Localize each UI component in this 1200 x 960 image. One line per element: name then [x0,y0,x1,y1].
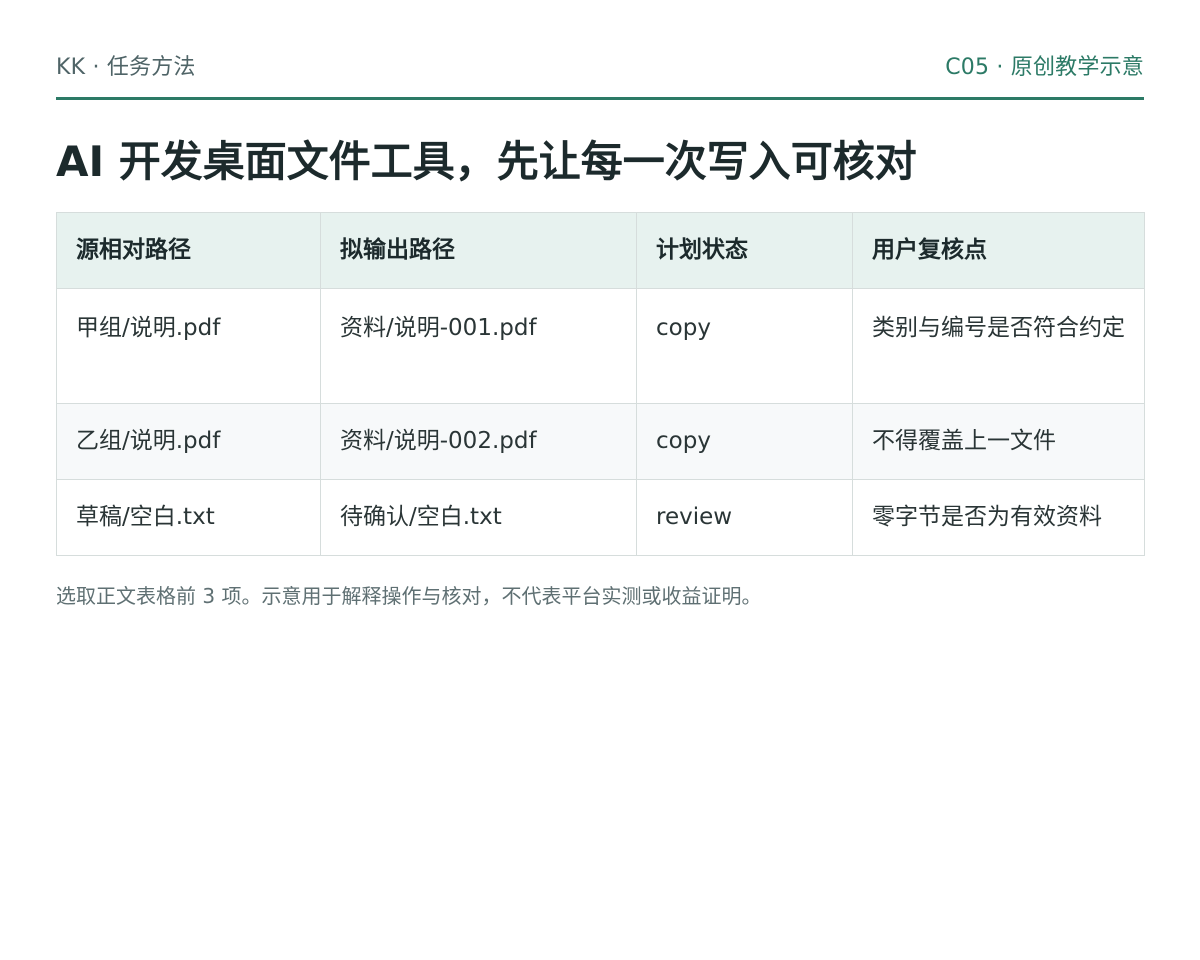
header-series-label: KK · 任务方法 [56,55,196,80]
cell-output-path: 资料/说明-002.pdf [320,403,637,480]
page: KK · 任务方法 C05 · 原创教学示意 AI 开发桌面文件工具，先让每一次… [56,0,1145,608]
column-header-review-point: 用户复核点 [852,212,1145,289]
cell-output-path: 待确认/空白.txt [320,479,637,556]
page-title: AI 开发桌面文件工具，先让每一次写入可核对 [56,137,917,186]
table-row: 甲组/说明.pdf 资料/说明-001.pdf copy 类别与编号是否符合约定 [56,288,1145,404]
cell-source-path: 草稿/空白.txt [56,479,321,556]
cell-source-path: 甲组/说明.pdf [56,288,321,404]
cell-review-point: 类别与编号是否符合约定 [852,288,1145,404]
page-header: KK · 任务方法 C05 · 原创教学示意 [56,0,1144,100]
cell-plan-status: copy [636,288,853,404]
column-header-plan-status: 计划状态 [636,212,853,289]
cell-plan-status: review [636,479,853,556]
cell-review-point: 不得覆盖上一文件 [852,403,1145,480]
table-row: 草稿/空白.txt 待确认/空白.txt review 零字节是否为有效资料 [56,479,1145,556]
header-lesson-label: C05 · 原创教学示意 [945,55,1144,80]
cell-output-path: 资料/说明-001.pdf [320,288,637,404]
cell-source-path: 乙组/说明.pdf [56,403,321,480]
column-header-source-path: 源相对路径 [56,212,321,289]
cell-review-point: 零字节是否为有效资料 [852,479,1145,556]
column-header-output-path: 拟输出路径 [320,212,637,289]
table-row: 乙组/说明.pdf 资料/说明-002.pdf copy 不得覆盖上一文件 [56,403,1145,480]
file-plan-table: 源相对路径 拟输出路径 计划状态 用户复核点 甲组/说明.pdf 资料/说明-0… [56,212,1145,556]
table-header-row: 源相对路径 拟输出路径 计划状态 用户复核点 [56,212,1145,289]
cell-plan-status: copy [636,403,853,480]
footnote: 选取正文表格前 3 项。示意用于解释操作与核对，不代表平台实测或收益证明。 [56,584,762,608]
